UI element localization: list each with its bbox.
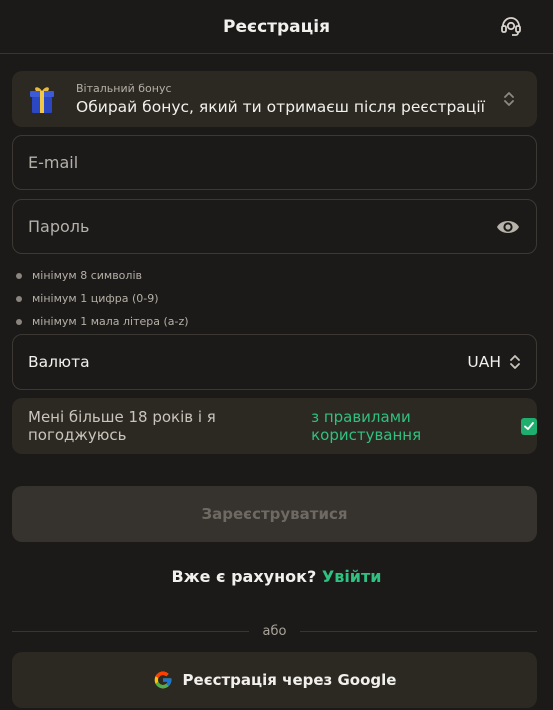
- password-placeholder: Пароль: [28, 217, 90, 236]
- check-icon: [523, 422, 534, 430]
- currency-select[interactable]: Валюта UAH: [12, 334, 537, 390]
- bonus-label: Вітальний бонус: [76, 82, 172, 95]
- chevron-updown-icon: [510, 355, 520, 369]
- eye-icon[interactable]: [496, 217, 520, 237]
- email-field[interactable]: E-mail: [12, 135, 537, 190]
- header: Реєстрація: [0, 0, 553, 54]
- chevron-updown-icon: [504, 92, 514, 106]
- register-button[interactable]: Зареєструватися: [12, 486, 537, 542]
- password-rule: мінімум 1 мала літера (a-z): [16, 310, 189, 333]
- password-rule: мінімум 8 символів: [16, 264, 189, 287]
- bullet-icon: [16, 318, 22, 325]
- divider: або: [12, 622, 537, 640]
- email-placeholder: E-mail: [28, 153, 79, 172]
- bullet-icon: [16, 295, 22, 302]
- google-label: Реєстрація через Google: [182, 671, 397, 689]
- bonus-selector[interactable]: Вітальний бонус Обирай бонус, який ти от…: [12, 71, 537, 127]
- login-link[interactable]: Увійти: [322, 567, 382, 586]
- divider-label: або: [262, 623, 287, 639]
- google-icon: [154, 671, 171, 689]
- headset-icon[interactable]: [499, 14, 523, 38]
- age-agreement: Мені більше 18 років і я погоджуюсь з пр…: [12, 398, 538, 454]
- agreement-text: Мені більше 18 років і я погоджуюсь: [28, 408, 216, 444]
- bonus-value: Обирай бонус, який ти отримаєш після реє…: [76, 98, 485, 116]
- password-rule: мінімум 1 цифра (0-9): [16, 287, 189, 310]
- page-title: Реєстрація: [223, 16, 330, 37]
- login-prompt: Вже є рахунок? Увійти: [0, 567, 553, 586]
- currency-label: Валюта: [28, 353, 90, 371]
- terms-link[interactable]: з правилами користування: [311, 408, 517, 444]
- bullet-icon: [16, 272, 22, 279]
- gift-icon: [30, 87, 54, 113]
- agreement-checkbox[interactable]: [520, 417, 538, 435]
- currency-value: UAH: [467, 353, 501, 371]
- login-question: Вже є рахунок?: [171, 567, 317, 586]
- password-field[interactable]: Пароль: [12, 199, 537, 254]
- password-rules: мінімум 8 символів мінімум 1 цифра (0-9)…: [16, 264, 189, 333]
- google-register-button[interactable]: Реєстрація через Google: [12, 652, 537, 708]
